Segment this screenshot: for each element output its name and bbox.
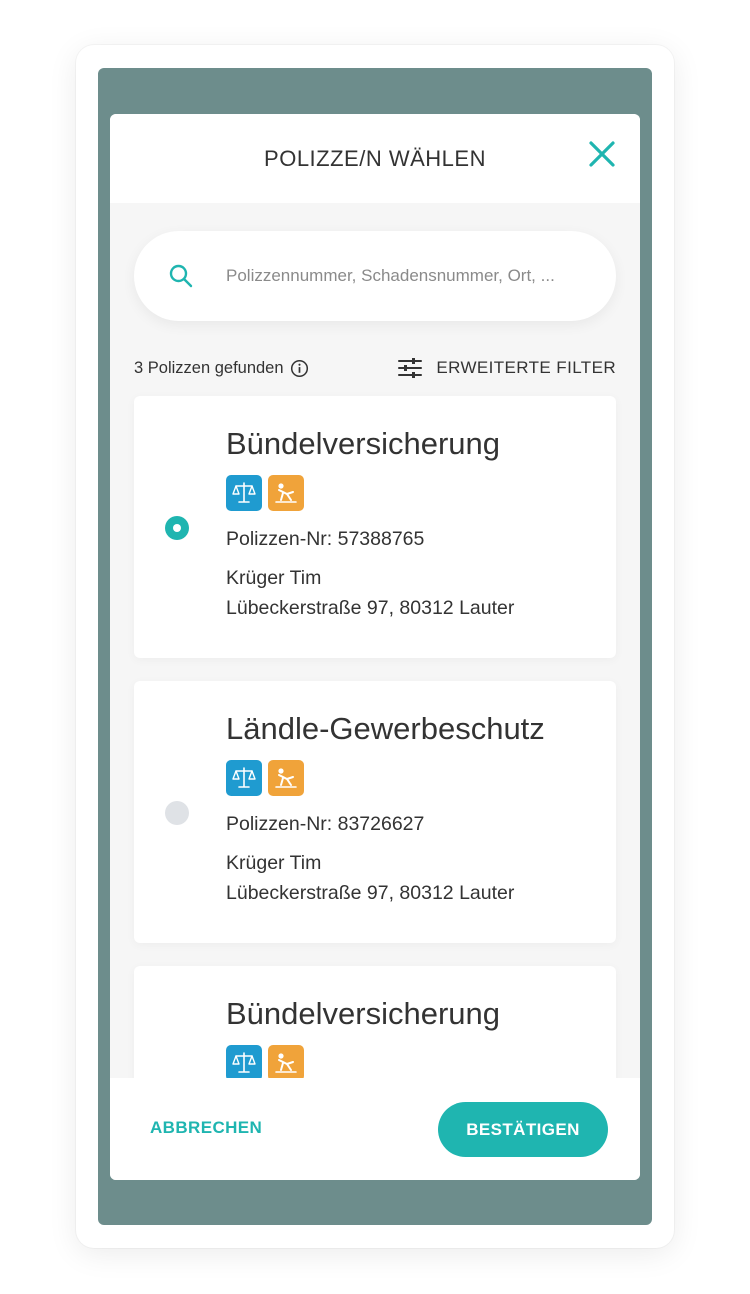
policy-card[interactable]: Ländle-Gewerbeschutz Polizzen-Nr: 837266… xyxy=(134,681,616,943)
advanced-filter-button[interactable]: ERWEITERTE FILTER xyxy=(398,357,616,379)
scales-icon xyxy=(226,475,262,511)
injury-icon xyxy=(268,475,304,511)
policy-holder: Krüger Tim xyxy=(226,852,322,874)
policy-card[interactable]: Bündelversicherung Polizzen-Nr: 57388765… xyxy=(134,396,616,658)
policy-title: Bündelversicherung xyxy=(226,426,501,461)
policy-address: Lübeckerstraße 97, 80312 Lauter xyxy=(226,882,515,904)
policy-title: Bündelversicherung xyxy=(226,996,501,1031)
results-count-label: 3 Polizzen gefunden xyxy=(134,358,284,377)
modal-header: POLIZZE/N WÄHLEN xyxy=(110,114,640,203)
policy-address: Lübeckerstraße 97, 80312 Lauter xyxy=(226,597,515,619)
close-icon xyxy=(589,141,615,167)
coverage-badges xyxy=(226,475,304,511)
results-count: 3 Polizzen gefunden xyxy=(134,359,309,378)
confirm-button[interactable]: BESTÄTIGEN xyxy=(438,1102,608,1157)
coverage-badges xyxy=(226,760,304,796)
search-bar xyxy=(134,231,616,321)
cancel-button[interactable]: ABBRECHEN xyxy=(150,1118,262,1138)
radio-button-selected[interactable] xyxy=(165,516,189,540)
modal-title: POLIZZE/N WÄHLEN xyxy=(264,145,486,171)
info-icon[interactable] xyxy=(290,359,309,378)
policy-number: Polizzen-Nr: 83726627 xyxy=(226,813,425,835)
policy-holder: Krüger Tim xyxy=(226,567,322,589)
search-input[interactable] xyxy=(226,256,596,296)
results-toolbar: 3 Polizzen gefunden ERWEITERTE FILTER xyxy=(134,354,616,382)
injury-icon xyxy=(268,760,304,796)
scales-icon xyxy=(226,760,262,796)
modal-footer: ABBRECHEN BESTÄTIGEN xyxy=(110,1078,640,1180)
advanced-filter-label: ERWEITERTE FILTER xyxy=(436,358,616,377)
scales-icon xyxy=(226,1045,262,1081)
sliders-icon xyxy=(398,358,423,378)
policy-title: Ländle-Gewerbeschutz xyxy=(226,711,545,746)
close-button[interactable] xyxy=(586,138,618,170)
policy-number: Polizzen-Nr: 57388765 xyxy=(226,528,425,550)
policy-select-modal: POLIZZE/N WÄHLEN 3 Polizzen gefunden xyxy=(110,114,640,1180)
injury-icon xyxy=(268,1045,304,1081)
search-icon xyxy=(169,264,193,288)
coverage-badges xyxy=(226,1045,304,1081)
radio-button[interactable] xyxy=(165,801,189,825)
